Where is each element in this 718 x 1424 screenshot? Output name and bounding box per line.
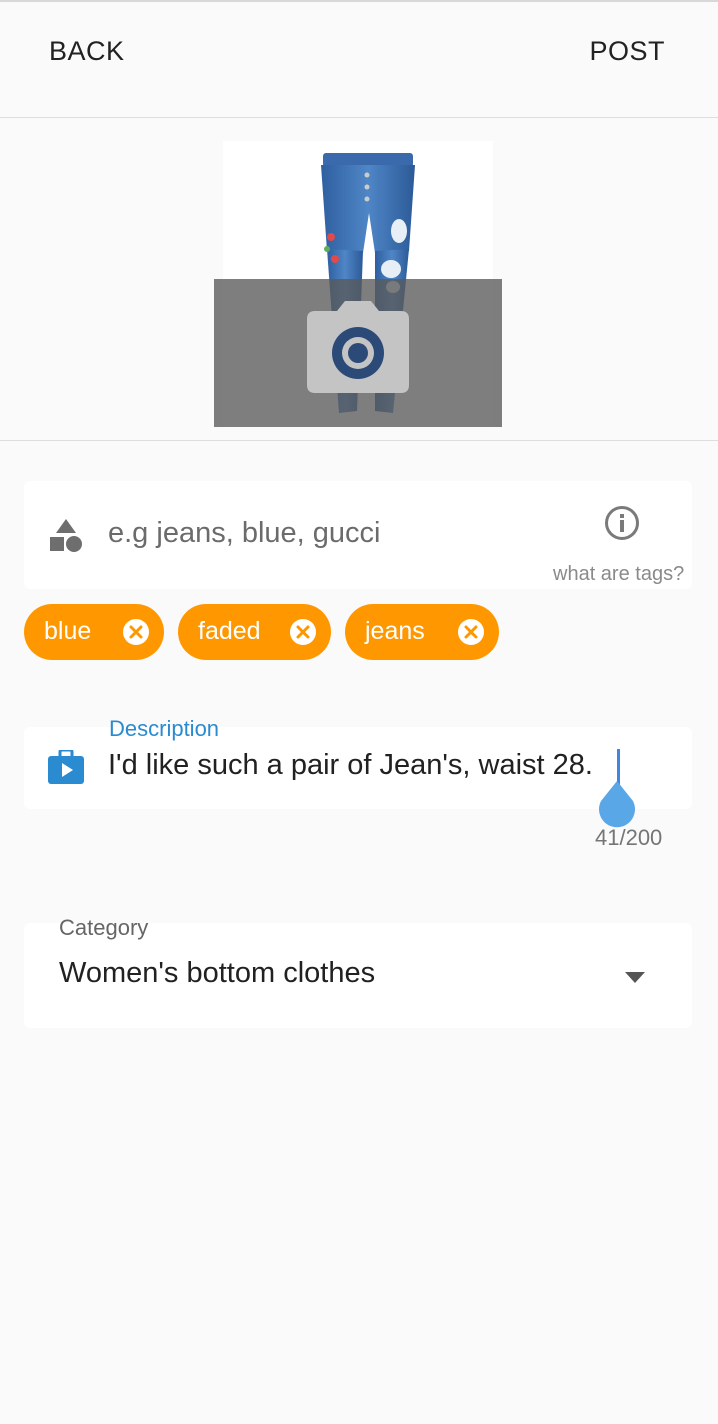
tags-input[interactable]: e.g jeans, blue, gucci what are tags? xyxy=(24,481,692,589)
tag-chip-label: faded xyxy=(198,617,261,645)
image-divider xyxy=(0,440,718,441)
back-button[interactable]: BACK xyxy=(49,36,125,67)
shapes-icon xyxy=(48,517,84,558)
tag-chip-label: jeans xyxy=(365,617,425,645)
tag-chip-label: blue xyxy=(44,617,92,645)
info-icon[interactable] xyxy=(604,505,640,546)
tags-help-link[interactable]: what are tags? xyxy=(553,563,684,586)
category-value: Women's bottom clothes xyxy=(59,957,376,989)
camera-icon[interactable] xyxy=(307,301,409,398)
category-label: Category xyxy=(59,915,149,940)
description-input[interactable]: I'd like such a pair of Jean's, waist 28… xyxy=(108,749,593,782)
dropdown-arrow-icon[interactable] xyxy=(625,970,645,988)
remove-tag-icon[interactable] xyxy=(457,618,485,653)
product-image-picker[interactable] xyxy=(214,141,502,427)
tags-placeholder: e.g jeans, blue, gucci xyxy=(108,517,381,549)
description-label: Description xyxy=(109,716,220,741)
app-bar: BACK POST xyxy=(0,2,718,117)
cursor-handle-icon[interactable] xyxy=(597,781,637,836)
tag-chip: faded xyxy=(178,604,331,660)
text-caret xyxy=(617,749,620,785)
remove-tag-icon[interactable] xyxy=(289,618,317,653)
remove-tag-icon[interactable] xyxy=(122,618,150,653)
tag-chip: jeans xyxy=(345,604,499,660)
header-divider xyxy=(0,117,718,118)
post-button[interactable]: POST xyxy=(589,36,665,67)
tag-chip: blue xyxy=(24,604,164,660)
shopping-bag-icon xyxy=(48,748,84,789)
